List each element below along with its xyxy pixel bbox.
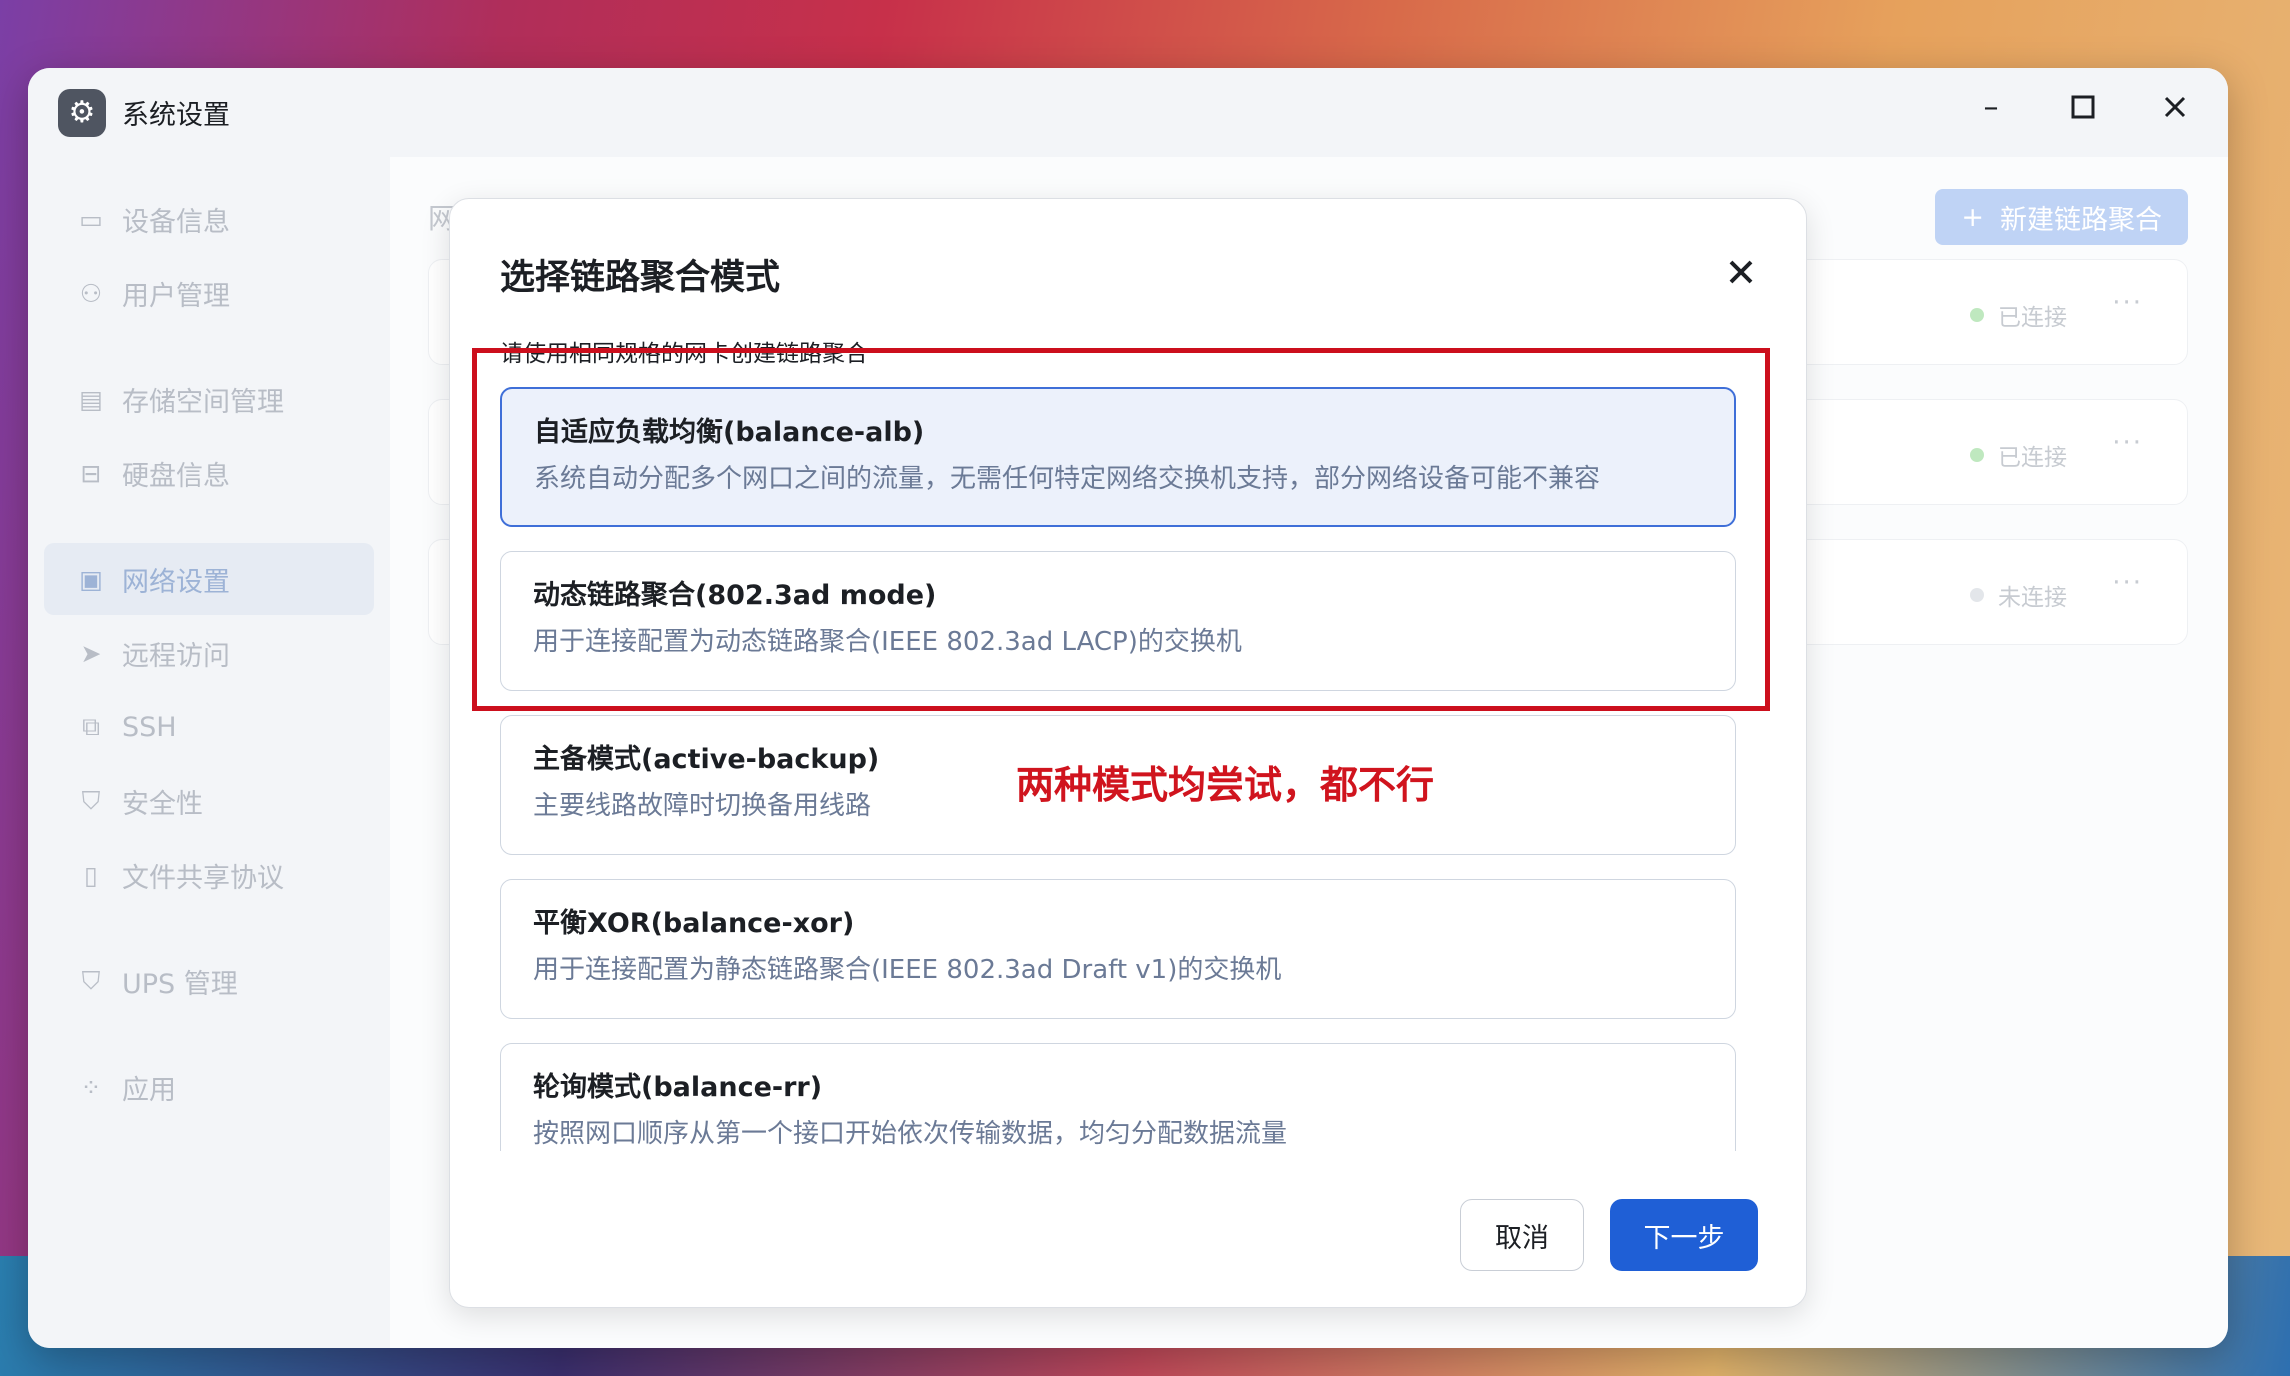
user-icon: ⚇ <box>79 278 103 308</box>
sidebar-item-remote-access[interactable]: ➤ 远程访问 <box>44 617 374 689</box>
sidebar-item-apps[interactable]: ⁘ 应用 <box>44 1051 374 1123</box>
network-icon: ▣ <box>79 564 103 594</box>
sidebar-item-disk[interactable]: ⊟ 硬盘信息 <box>44 437 374 509</box>
minimize-icon[interactable]: – <box>1974 90 2008 125</box>
sidebar-item-ups[interactable]: ⛉ UPS 管理 <box>44 945 374 1017</box>
sidebar-item-label: 存储空间管理 <box>122 386 284 418</box>
more-icon[interactable]: ··· <box>2112 288 2143 318</box>
sidebar-item-storage[interactable]: ▤ 存储空间管理 <box>44 363 374 435</box>
sidebar-item-device-info[interactable]: ▭ 设备信息 <box>44 183 374 255</box>
apps-icon: ⁘ <box>80 1072 102 1102</box>
sidebar-item-label: 应用 <box>122 1074 176 1106</box>
disk-icon: ⊟ <box>80 458 102 488</box>
status-dot <box>1970 308 1984 322</box>
cancel-button[interactable]: 取消 <box>1460 1199 1584 1271</box>
more-icon[interactable]: ··· <box>2112 568 2143 598</box>
dialog-title: 选择链路聚合模式 <box>500 258 781 298</box>
shield-icon: ⛉ <box>81 786 101 815</box>
plus-icon: + <box>1961 201 1984 233</box>
sidebar-item-file-sharing[interactable]: ▯ 文件共享协议 <box>44 839 374 911</box>
new-link-aggregation-label: 新建链路聚合 <box>2000 204 2162 236</box>
annotation-highlight-box <box>472 348 1770 711</box>
sidebar-item-label: 用户管理 <box>122 280 230 312</box>
ups-shield-icon: ⛉ <box>81 966 101 995</box>
status-badge: 未连接 <box>1970 578 2067 612</box>
sidebar-item-label: UPS 管理 <box>122 968 238 1000</box>
close-icon[interactable] <box>1728 249 1754 295</box>
mode-option-balance-rr[interactable]: 轮询模式(balance-rr) 按照网口顺序从第一个接口开始依次传输数据，均匀… <box>500 1043 1736 1151</box>
sidebar: ▭ 设备信息 ⚇ 用户管理 ▤ 存储空间管理 ⊟ 硬盘信息 ▣ 网络设置 ➤ 远… <box>28 157 390 1348</box>
titlebar: ⚙ 系统设置 – <box>28 68 2228 157</box>
status-badge: 已连接 <box>1970 438 2067 472</box>
sidebar-item-label: 网络设置 <box>122 566 230 598</box>
file-icon: ▯ <box>84 860 98 890</box>
close-window-icon[interactable] <box>2158 90 2192 124</box>
sidebar-item-label: 文件共享协议 <box>122 862 284 894</box>
new-link-aggregation-button[interactable]: + 新建链路聚合 <box>1935 189 2188 245</box>
storage-icon: ▤ <box>79 384 103 414</box>
sidebar-item-security[interactable]: ⛉ 安全性 <box>44 765 374 837</box>
sidebar-item-users[interactable]: ⚇ 用户管理 <box>44 257 374 329</box>
annotation-text: 两种模式均尝试，都不行 <box>1016 763 1435 807</box>
status-text: 已连接 <box>1998 445 2067 471</box>
sidebar-item-label: 硬盘信息 <box>122 460 230 492</box>
status-text: 未连接 <box>1998 585 2067 611</box>
mode-option-balance-xor[interactable]: 平衡XOR(balance-xor) 用于连接配置为静态链路聚合(IEEE 80… <box>500 879 1736 1019</box>
status-badge: 已连接 <box>1970 298 2067 332</box>
option-title: 轮询模式(balance-rr) <box>533 1072 823 1103</box>
next-step-button[interactable]: 下一步 <box>1610 1199 1758 1271</box>
window-title: 系统设置 <box>122 100 230 131</box>
status-dot <box>1970 448 1984 462</box>
send-icon: ➤ <box>80 638 102 668</box>
sidebar-item-ssh[interactable]: ⧉ SSH <box>44 691 374 763</box>
status-dot <box>1970 588 1984 602</box>
option-title: 平衡XOR(balance-xor) <box>533 908 855 939</box>
sidebar-item-label: SSH <box>122 711 177 743</box>
window-controls: – <box>1974 90 2192 125</box>
settings-app-icon: ⚙ <box>58 88 106 137</box>
option-description: 用于连接配置为静态链路聚合(IEEE 802.3ad Draft v1)的交换机 <box>533 955 1282 985</box>
sidebar-item-label: 设备信息 <box>122 206 230 238</box>
device-icon: ▭ <box>79 204 103 234</box>
code-icon: ⧉ <box>82 712 100 741</box>
option-description: 按照网口顺序从第一个接口开始依次传输数据，均匀分配数据流量 <box>533 1119 1288 1149</box>
maximize-icon[interactable] <box>2066 90 2100 124</box>
sidebar-item-label: 远程访问 <box>122 640 230 672</box>
sidebar-item-network[interactable]: ▣ 网络设置 <box>44 543 374 615</box>
status-text: 已连接 <box>1998 305 2067 331</box>
more-icon[interactable]: ··· <box>2112 428 2143 458</box>
sidebar-item-label: 安全性 <box>122 788 203 820</box>
